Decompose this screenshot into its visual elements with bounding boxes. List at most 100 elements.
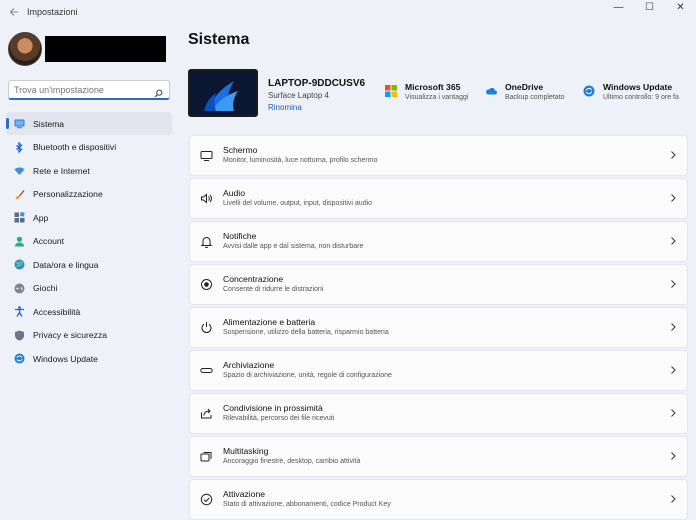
- sidebar-item-rete[interactable]: Rete e Internet: [6, 159, 172, 182]
- sidebar-item-label: Data/ora e lingua: [33, 259, 99, 270]
- chevron-right-icon: [669, 279, 677, 289]
- card-subtitle: Livelli del volume, output, input, dispo…: [223, 200, 373, 207]
- activation-check-icon: [200, 493, 213, 506]
- chevron-right-icon: [669, 236, 677, 246]
- cloud-icon: [485, 85, 497, 97]
- sidebar-item-data-ora[interactable]: Data/ora e lingua: [6, 253, 172, 276]
- back-arrow-icon[interactable]: [4, 2, 24, 22]
- chevron-right-icon: [669, 408, 677, 418]
- card-attivazione[interactable]: Attivazione Stato di attivazione, abbona…: [189, 479, 688, 520]
- card-subtitle: Avvisi dalle app e dal sistema, non dist…: [223, 243, 364, 250]
- sidebar-item-privacy[interactable]: Privacy e sicurezza: [6, 324, 172, 347]
- update-icon: [583, 85, 595, 97]
- card-title: Alimentazione e batteria: [223, 317, 316, 327]
- search-icon[interactable]: [154, 85, 163, 98]
- update-icon: [14, 353, 25, 364]
- card-title: Multitasking: [223, 446, 269, 456]
- chevron-right-icon: [669, 365, 677, 375]
- focus-icon: [200, 278, 213, 291]
- multitasking-icon: [200, 450, 213, 463]
- sidebar-item-label: Accessibilità: [33, 306, 81, 317]
- minimize-button[interactable]: —: [603, 0, 634, 14]
- sidebar-item-label: Rete e Internet: [33, 165, 90, 176]
- tile-subtitle: Ultimo controllo: 9 ore fa: [603, 94, 679, 101]
- sidebar-item-app[interactable]: App: [6, 206, 172, 229]
- device-model: Surface Laptop 4: [268, 91, 329, 100]
- settings-list: Schermo Monitor, luminosità, luce nottur…: [189, 135, 688, 520]
- close-button[interactable]: ✕: [665, 0, 696, 14]
- chevron-right-icon: [669, 150, 677, 160]
- tile-title: OneDrive: [505, 82, 544, 92]
- redacted-user-name: [45, 36, 166, 62]
- card-subtitle: Monitor, luminosità, luce notturna, prof…: [223, 157, 378, 164]
- device-name: LAPTOP-9DDCUSV6: [268, 78, 366, 89]
- card-title: Condivisione in prossimità: [223, 403, 323, 413]
- title-bar: Impostazioni — ☐ ✕: [0, 0, 696, 24]
- power-icon: [200, 321, 213, 334]
- tile-title: Microsoft 365: [405, 82, 461, 92]
- gamepad-icon: [14, 283, 25, 294]
- sidebar-item-windows-update[interactable]: Windows Update: [6, 347, 172, 370]
- sidebar-item-label: Bluetooth e dispositivi: [33, 142, 117, 152]
- sidebar-item-label: Sistema: [33, 118, 65, 129]
- user-profile[interactable]: [8, 32, 166, 66]
- card-subtitle: Stato di attivazione, abbonamenti, codic…: [223, 501, 391, 508]
- search-input[interactable]: [14, 84, 154, 95]
- device-wallpaper-image: [188, 69, 258, 117]
- search-box[interactable]: [8, 80, 170, 100]
- card-title: Audio: [223, 188, 245, 198]
- chevron-right-icon: [669, 193, 677, 203]
- app-title: Impostazioni: [27, 7, 78, 17]
- tile-title: Windows Update: [603, 82, 673, 92]
- card-subtitle: Consente di ridurre le distrazioni: [223, 286, 324, 293]
- card-schermo[interactable]: Schermo Monitor, luminosità, luce nottur…: [189, 135, 688, 176]
- sidebar-item-sistema[interactable]: Sistema: [6, 112, 172, 135]
- globe-clock-icon: [14, 259, 25, 270]
- card-multitasking[interactable]: Multitasking Ancoraggio finestre, deskto…: [189, 436, 688, 477]
- card-subtitle: Spazio di archiviazione, unità, regole d…: [223, 372, 392, 379]
- tile-onedrive[interactable]: OneDrive Backup completato: [485, 82, 565, 103]
- page-title: Sistema: [188, 31, 250, 48]
- card-condivisione[interactable]: Condivisione in prossimità Rilevabilità,…: [189, 393, 688, 434]
- sidebar-item-personalizzazione[interactable]: Personalizzazione: [6, 183, 172, 206]
- card-concentrazione[interactable]: Concentrazione Consente di ridurre le di…: [189, 264, 688, 305]
- account-icon: [14, 236, 25, 247]
- monitor-icon: [200, 149, 213, 162]
- chevron-right-icon: [669, 451, 677, 461]
- card-audio[interactable]: Audio Livelli del volume, output, input,…: [189, 178, 688, 219]
- sidebar-item-accessibilita[interactable]: Accessibilità: [6, 300, 172, 323]
- sidebar-item-giochi[interactable]: Giochi: [6, 277, 172, 300]
- sidebar-item-label: Privacy e sicurezza: [33, 330, 108, 340]
- avatar[interactable]: [8, 32, 42, 66]
- window-controls: — ☐ ✕: [603, 0, 696, 14]
- storage-icon: [200, 364, 213, 377]
- card-notifiche[interactable]: Notifiche Avvisi dalle app e dal sistema…: [189, 221, 688, 262]
- card-archiviazione[interactable]: Archiviazione Spazio di archiviazione, u…: [189, 350, 688, 391]
- maximize-button[interactable]: ☐: [634, 0, 665, 14]
- card-title: Schermo: [223, 145, 258, 155]
- rename-link[interactable]: Rinomina: [268, 103, 302, 112]
- sidebar-item-label: Giochi: [33, 283, 58, 293]
- tile-microsoft-365[interactable]: Microsoft 365 Visualizza i vantaggi: [385, 82, 468, 103]
- sidebar: Sistema Bluetooth e dispositivi Rete e I…: [0, 24, 180, 520]
- sidebar-nav: Sistema Bluetooth e dispositivi Rete e I…: [6, 112, 172, 371]
- sidebar-item-label: Account: [33, 236, 65, 246]
- tile-subtitle: Backup completato: [505, 94, 565, 101]
- card-title: Notifiche: [223, 231, 257, 241]
- wifi-icon: [14, 165, 25, 176]
- bell-icon: [200, 235, 213, 248]
- sidebar-item-account[interactable]: Account: [6, 230, 172, 253]
- card-subtitle: Sospensione, utilizzo della batteria, ri…: [223, 329, 389, 336]
- chevron-right-icon: [669, 322, 677, 332]
- tile-subtitle: Visualizza i vantaggi: [405, 94, 469, 101]
- sidebar-item-label: App: [33, 212, 49, 223]
- sidebar-item-label: Personalizzazione: [33, 189, 103, 199]
- card-alimentazione[interactable]: Alimentazione e batteria Sospensione, ut…: [189, 307, 688, 348]
- tile-windows-update[interactable]: Windows Update Ultimo controllo: 9 ore f…: [583, 82, 696, 103]
- apps-icon: [14, 212, 25, 223]
- sidebar-item-label: Windows Update: [33, 353, 98, 364]
- accessibility-icon: [14, 306, 25, 317]
- speaker-icon: [200, 192, 213, 205]
- card-subtitle: Rilevabilità, percorso dei file ricevuti: [223, 415, 335, 422]
- sidebar-item-bluetooth[interactable]: Bluetooth e dispositivi: [6, 136, 172, 159]
